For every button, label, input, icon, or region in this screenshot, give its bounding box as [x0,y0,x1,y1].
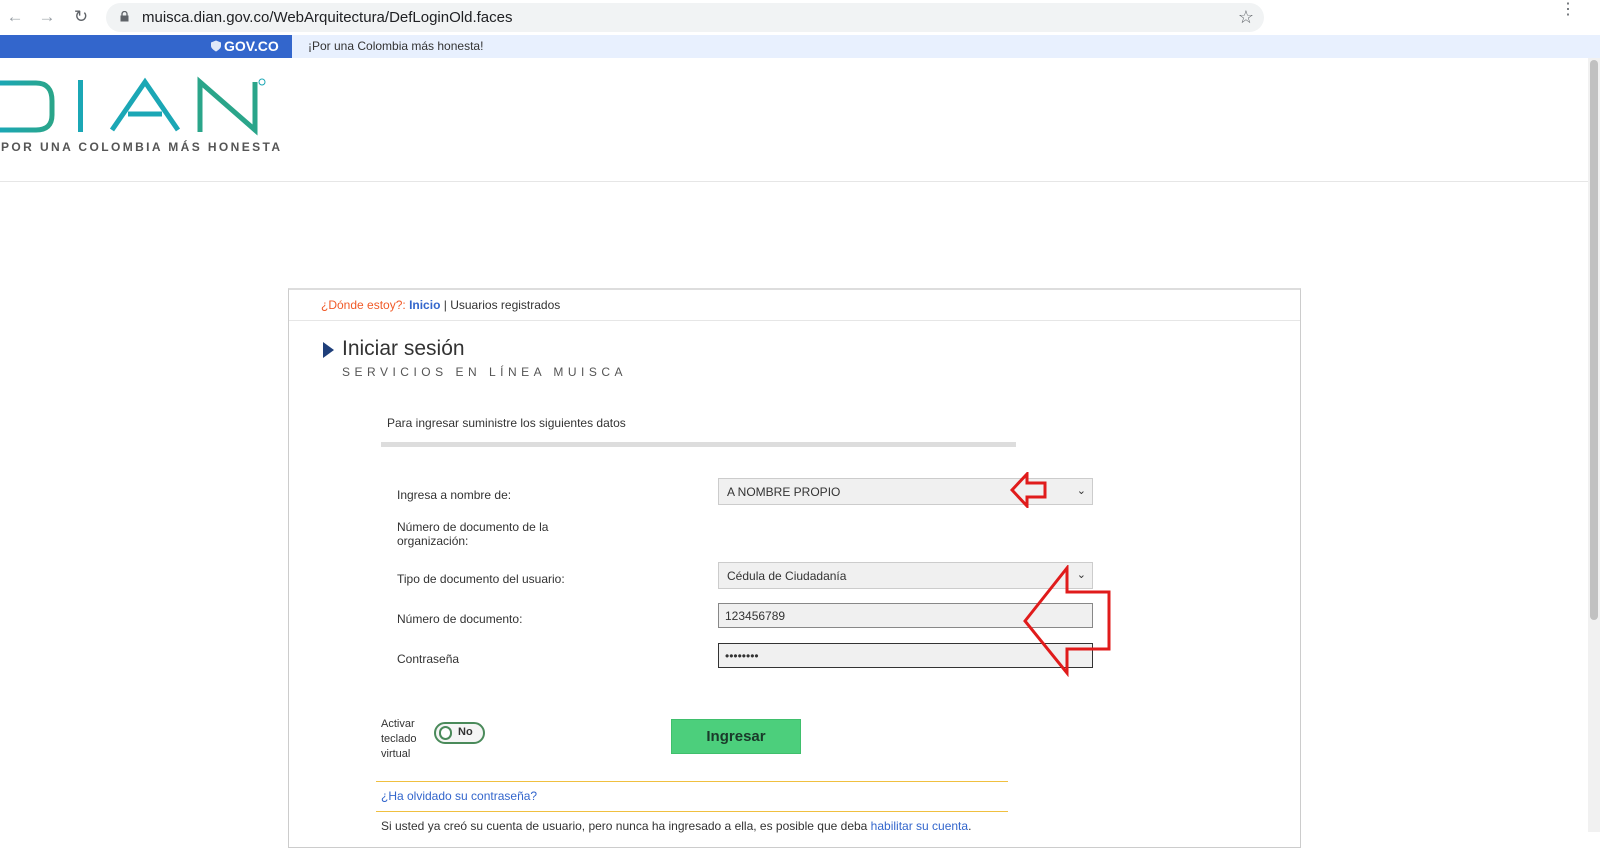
browser-toolbar: ← → ↻ muisca.dian.gov.co/WebArquitectura… [0,0,1600,35]
login-panel: ¿Dónde estoy?: Inicio | Usuarios registr… [288,288,1301,848]
breadcrumb-current: Usuarios registrados [450,298,561,312]
lock-icon [120,11,129,22]
virtual-keyboard-label-line3: virtual [381,748,411,760]
reload-icon[interactable]: ↻ [70,6,92,28]
virtual-keyboard-label: Activar teclado virtual [381,717,416,762]
on-behalf-selected-value: A NOMBRE PROPIO [727,485,841,499]
url-text: muisca.dian.gov.co/WebArquitectura/DefLo… [142,9,513,26]
enable-account-text: Si usted ya creó su cuenta de usuario, p… [381,819,871,833]
govco-logo-text[interactable]: GOV.CO [224,38,279,54]
dian-logo[interactable] [0,70,310,140]
breadcrumb-divider [289,320,1300,321]
doc-number-label: Número de documento: [397,612,523,626]
logo-tagline: POR UNA COLOMBIA MÁS HONESTA [1,140,283,154]
gov-bar: GOV.CO ¡Por una Colombia más honesta! [0,35,1600,58]
toggle-knob [439,726,452,740]
org-doc-label-line1: Número de documento de la [397,520,549,534]
page-scrollbar[interactable] [1588,58,1600,832]
forward-arrow-icon[interactable]: → [36,6,58,28]
gov-bar-brand-strip: GOV.CO [0,35,292,58]
virtual-keyboard-label-line2: teclado [381,733,417,745]
breadcrumb-prefix: ¿Dónde estoy?: [321,298,406,312]
virtual-keyboard-label-line1: Activar [381,718,415,730]
gov-slogan: ¡Por una Colombia más honesta! [308,39,484,53]
forgot-password-link[interactable]: ¿Ha olvidado su contraseña? [381,789,537,803]
org-doc-label-line2: organización: [397,534,469,548]
password-label: Contraseña [397,652,460,666]
browser-menu-icon[interactable]: ⋮ [1560,2,1576,18]
breadcrumb: ¿Dónde estoy?: Inicio | Usuarios registr… [321,298,560,312]
forgot-divider-bottom [376,811,1008,812]
enable-account-end: . [968,819,972,833]
virtual-keyboard-toggle[interactable]: No [434,722,485,744]
red-arrow-icon [1023,565,1111,677]
forgot-divider-top [376,781,1008,782]
bookmark-star-icon[interactable]: ☆ [1238,7,1254,28]
chevron-down-icon: ⌄ [1076,485,1086,497]
site-header: POR UNA COLOMBIA MÁS HONESTA [0,58,1600,182]
doc-type-selected-value: Cédula de Ciudadanía [727,569,847,583]
scrollbar-thumb[interactable] [1590,60,1598,620]
address-bar[interactable]: muisca.dian.gov.co/WebArquitectura/DefLo… [106,3,1264,32]
form-header-divider [381,442,1016,447]
doc-type-label: Tipo de documento del usuario: [397,572,565,586]
on-behalf-label: Ingresa a nombre de: [397,488,512,502]
toggle-state-label: No [458,726,473,738]
enable-account-link[interactable]: habilitar su cuenta [871,819,968,833]
breadcrumb-home-link[interactable]: Inicio [409,298,440,312]
shield-icon [211,40,221,52]
red-arrow-icon [1010,472,1047,508]
enable-account-note: Si usted ya creó su cuenta de usuario, p… [381,819,971,833]
back-arrow-icon[interactable]: ← [4,6,26,28]
form-header: Para ingresar suministre los siguientes … [387,416,626,430]
breadcrumb-separator: | [443,298,447,312]
page-title: Iniciar sesión [342,337,465,360]
page-subtitle: SERVICIOS EN LÍNEA MUISCA [342,365,627,379]
login-submit-button[interactable]: Ingresar [671,719,801,754]
play-arrow-icon [323,342,334,358]
